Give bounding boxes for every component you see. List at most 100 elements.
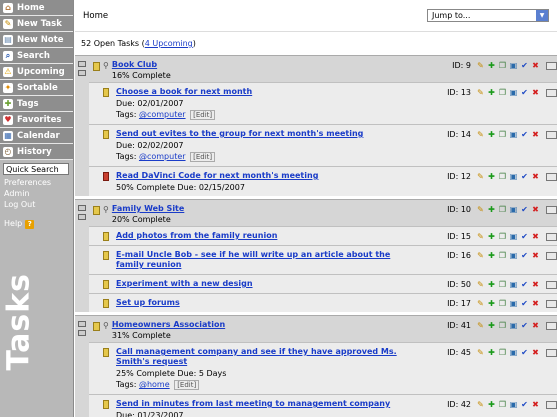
move-icon[interactable]: ▣ <box>509 348 518 357</box>
note-icon[interactable] <box>546 61 557 70</box>
edit-icon[interactable]: ✎ <box>476 348 485 357</box>
pin-icon[interactable]: ⚲ <box>103 61 109 82</box>
sidebar-item-calendar[interactable]: ▦ Calendar <box>0 128 73 144</box>
edit-tags-button[interactable]: [Edit] <box>174 380 200 390</box>
sidebar-item-upcoming[interactable]: ⚠ Upcoming <box>0 64 73 80</box>
delete-icon[interactable]: ✖ <box>531 321 540 330</box>
add-subtask-icon[interactable]: ✚ <box>487 321 496 330</box>
copy-icon[interactable]: ❐ <box>498 299 507 308</box>
sidebar-link-log-out[interactable]: Log Out <box>0 199 73 210</box>
note-icon[interactable] <box>546 172 557 181</box>
complete-check-icon[interactable]: ✔ <box>520 172 529 181</box>
note-icon[interactable] <box>546 321 557 330</box>
note-icon[interactable] <box>546 348 557 357</box>
edit-icon[interactable]: ✎ <box>476 88 485 97</box>
sidebar-item-home[interactable]: ⌂ Home <box>0 0 73 16</box>
copy-icon[interactable]: ❐ <box>498 251 507 260</box>
delete-icon[interactable]: ✖ <box>531 61 540 70</box>
add-subtask-icon[interactable]: ✚ <box>487 172 496 181</box>
quick-search-input[interactable] <box>3 163 69 175</box>
note-icon[interactable] <box>546 232 557 241</box>
tag-link[interactable]: @home <box>139 380 170 389</box>
sidebar-item-search[interactable]: ⌕ Search <box>0 48 73 64</box>
move-icon[interactable]: ▣ <box>509 61 518 70</box>
move-icon[interactable]: ▣ <box>509 172 518 181</box>
task-title[interactable]: E-mail Uncle Bob - see if he will write … <box>116 250 406 270</box>
task-title[interactable]: Add photos from the family reunion <box>116 231 406 241</box>
copy-icon[interactable]: ❐ <box>498 321 507 330</box>
task-title[interactable]: Send out evites to the group for next mo… <box>116 129 406 139</box>
move-icon[interactable]: ▣ <box>509 130 518 139</box>
note-icon[interactable] <box>546 400 557 409</box>
add-subtask-icon[interactable]: ✚ <box>487 205 496 214</box>
note-icon[interactable] <box>546 251 557 260</box>
move-icon[interactable]: ▣ <box>509 232 518 241</box>
copy-icon[interactable]: ❐ <box>498 205 507 214</box>
project-title[interactable]: Family Web Site <box>112 204 184 213</box>
add-subtask-icon[interactable]: ✚ <box>487 130 496 139</box>
edit-icon[interactable]: ✎ <box>476 232 485 241</box>
delete-icon[interactable]: ✖ <box>531 348 540 357</box>
complete-check-icon[interactable]: ✔ <box>520 348 529 357</box>
collapse-icon[interactable] <box>78 61 86 67</box>
task-title[interactable]: Choose a book for next month <box>116 87 406 97</box>
delete-icon[interactable]: ✖ <box>531 232 540 241</box>
note-icon[interactable] <box>546 299 557 308</box>
add-subtask-icon[interactable]: ✚ <box>487 251 496 260</box>
project-title[interactable]: Book Club <box>112 60 171 69</box>
edit-icon[interactable]: ✎ <box>476 299 485 308</box>
sidebar-item-sortable[interactable]: ✦ Sortable <box>0 80 73 96</box>
copy-icon[interactable]: ❐ <box>498 348 507 357</box>
move-icon[interactable]: ▣ <box>509 400 518 409</box>
add-subtask-icon[interactable]: ✚ <box>487 61 496 70</box>
move-icon[interactable]: ▣ <box>509 280 518 289</box>
move-icon[interactable]: ▣ <box>509 299 518 308</box>
edit-icon[interactable]: ✎ <box>476 205 485 214</box>
task-title[interactable]: Read DaVinci Code for next month's meeti… <box>116 171 406 181</box>
edit-icon[interactable]: ✎ <box>476 130 485 139</box>
notes-toggle-icon[interactable] <box>78 214 86 220</box>
note-icon[interactable] <box>546 130 557 139</box>
note-icon[interactable] <box>546 280 557 289</box>
pin-icon[interactable]: ⚲ <box>103 205 109 226</box>
sidebar-item-history[interactable]: ◴ History <box>0 144 73 160</box>
copy-icon[interactable]: ❐ <box>498 172 507 181</box>
sidebar-item-favorites[interactable]: ♥ Favorites <box>0 112 73 128</box>
complete-check-icon[interactable]: ✔ <box>520 299 529 308</box>
delete-icon[interactable]: ✖ <box>531 172 540 181</box>
delete-icon[interactable]: ✖ <box>531 205 540 214</box>
edit-icon[interactable]: ✎ <box>476 61 485 70</box>
add-subtask-icon[interactable]: ✚ <box>487 348 496 357</box>
jump-to-select[interactable]: Jump to... ▼ <box>427 9 549 22</box>
complete-check-icon[interactable]: ✔ <box>520 400 529 409</box>
complete-check-icon[interactable]: ✔ <box>520 130 529 139</box>
notes-toggle-icon[interactable] <box>78 70 86 76</box>
task-title[interactable]: Set up forums <box>116 298 406 308</box>
upcoming-link[interactable]: 4 Upcoming <box>145 39 193 48</box>
delete-icon[interactable]: ✖ <box>531 88 540 97</box>
complete-check-icon[interactable]: ✔ <box>520 61 529 70</box>
delete-icon[interactable]: ✖ <box>531 400 540 409</box>
add-subtask-icon[interactable]: ✚ <box>487 232 496 241</box>
add-subtask-icon[interactable]: ✚ <box>487 280 496 289</box>
complete-check-icon[interactable]: ✔ <box>520 321 529 330</box>
sidebar-item-new-note[interactable]: ▤ New Note <box>0 32 73 48</box>
notes-toggle-icon[interactable] <box>78 330 86 336</box>
task-title[interactable]: Call management company and see if they … <box>116 347 406 367</box>
copy-icon[interactable]: ❐ <box>498 130 507 139</box>
move-icon[interactable]: ▣ <box>509 321 518 330</box>
delete-icon[interactable]: ✖ <box>531 130 540 139</box>
move-icon[interactable]: ▣ <box>509 88 518 97</box>
help-link[interactable]: Help? <box>0 218 73 230</box>
edit-icon[interactable]: ✎ <box>476 400 485 409</box>
complete-check-icon[interactable]: ✔ <box>520 205 529 214</box>
copy-icon[interactable]: ❐ <box>498 61 507 70</box>
complete-check-icon[interactable]: ✔ <box>520 88 529 97</box>
edit-icon[interactable]: ✎ <box>476 321 485 330</box>
tag-link[interactable]: @computer <box>139 110 186 119</box>
copy-icon[interactable]: ❐ <box>498 400 507 409</box>
sidebar-item-new-task[interactable]: ✎ New Task <box>0 16 73 32</box>
pin-icon[interactable]: ⚲ <box>103 321 109 342</box>
complete-check-icon[interactable]: ✔ <box>520 280 529 289</box>
sidebar-link-preferences[interactable]: Preferences <box>0 177 73 188</box>
